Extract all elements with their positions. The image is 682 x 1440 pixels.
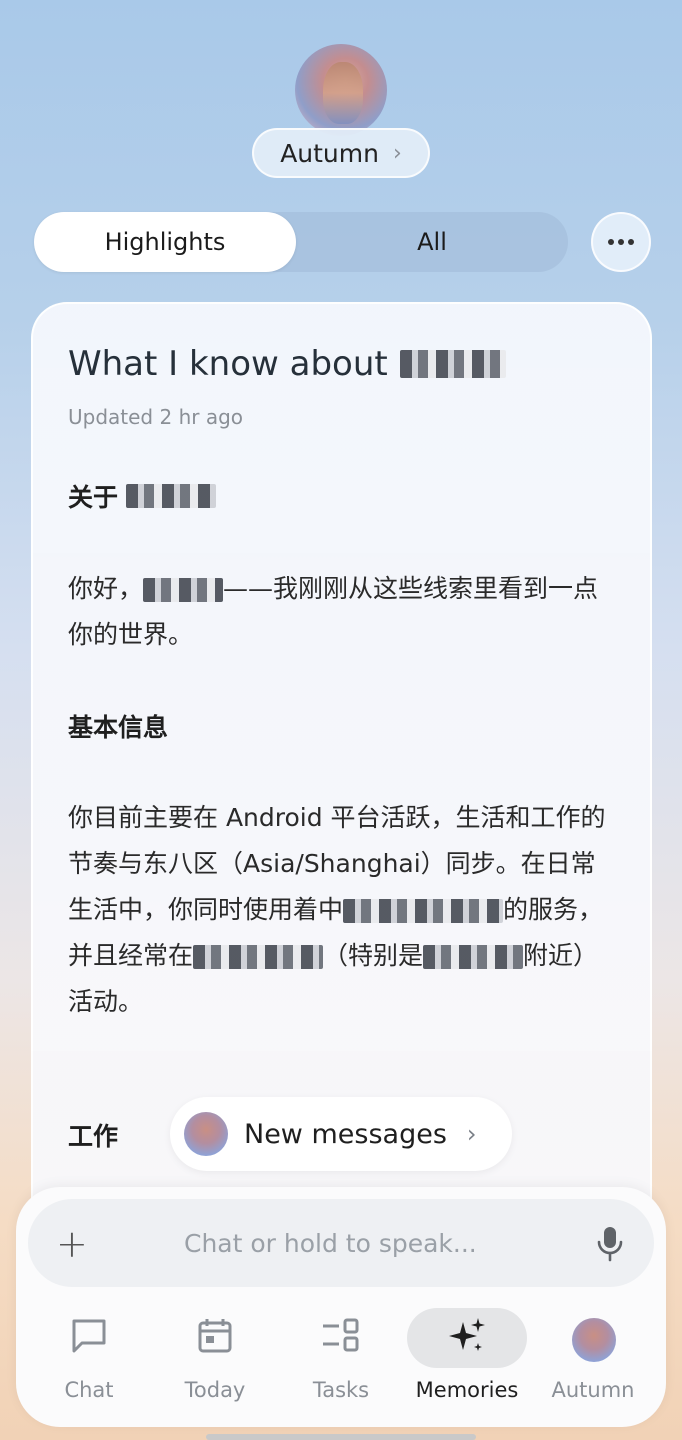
home-indicator (206, 1434, 476, 1440)
nav-autumn[interactable]: Autumn (532, 1310, 654, 1410)
redacted-text (343, 899, 504, 923)
tab-highlights[interactable]: Highlights (34, 212, 296, 272)
more-dots-icon (608, 239, 614, 245)
section-heading-about: 关于 (68, 478, 217, 514)
avatar (184, 1112, 228, 1156)
greeting-paragraph: 你好， ——我刚刚从这些线索里看到一点你的世界。 (68, 574, 599, 649)
chat-bubble-icon (72, 1319, 106, 1353)
nav-tasks[interactable]: Tasks (280, 1310, 402, 1410)
profile-name: Autumn (280, 138, 379, 168)
redacted-name (143, 578, 224, 602)
tab-all[interactable]: All (296, 212, 568, 272)
new-messages-button[interactable]: New messages › (170, 1097, 512, 1171)
microphone-icon[interactable] (596, 1226, 624, 1262)
add-button[interactable]: + (56, 1222, 88, 1266)
redacted-text (423, 945, 524, 969)
redacted-text (193, 945, 324, 969)
profile-avatar[interactable] (295, 44, 387, 136)
more-options-button[interactable] (591, 212, 651, 272)
nav-today[interactable]: Today (154, 1310, 276, 1410)
card-title: What I know about (68, 344, 506, 384)
nav-memories[interactable]: Memories (406, 1310, 528, 1410)
redacted-name (126, 484, 217, 508)
memories-tab-bar: Highlights All (34, 212, 568, 272)
updated-time: Updated 2 hr ago (68, 405, 244, 429)
calendar-icon (198, 1319, 232, 1353)
chevron-right-icon: › (466, 1120, 477, 1148)
section-heading-work: 工作 (68, 1122, 119, 1151)
chevron-right-icon: › (392, 140, 402, 166)
redacted-name (399, 350, 506, 378)
avatar (572, 1318, 616, 1362)
tasks-icon (323, 1318, 359, 1352)
section-heading-basic: 基本信息 (68, 713, 169, 742)
chat-input-placeholder: Chat or hold to speak... (184, 1229, 477, 1258)
new-messages-label: New messages (244, 1118, 447, 1150)
profile-name-button[interactable]: Autumn › (252, 128, 430, 178)
basic-info-paragraph: 你目前主要在 Android 平台活跃，生活和工作的节奏与东八区（Asia/Sh… (68, 803, 606, 1016)
sparkle-icon (449, 1318, 485, 1351)
nav-chat[interactable]: Chat (28, 1310, 150, 1410)
